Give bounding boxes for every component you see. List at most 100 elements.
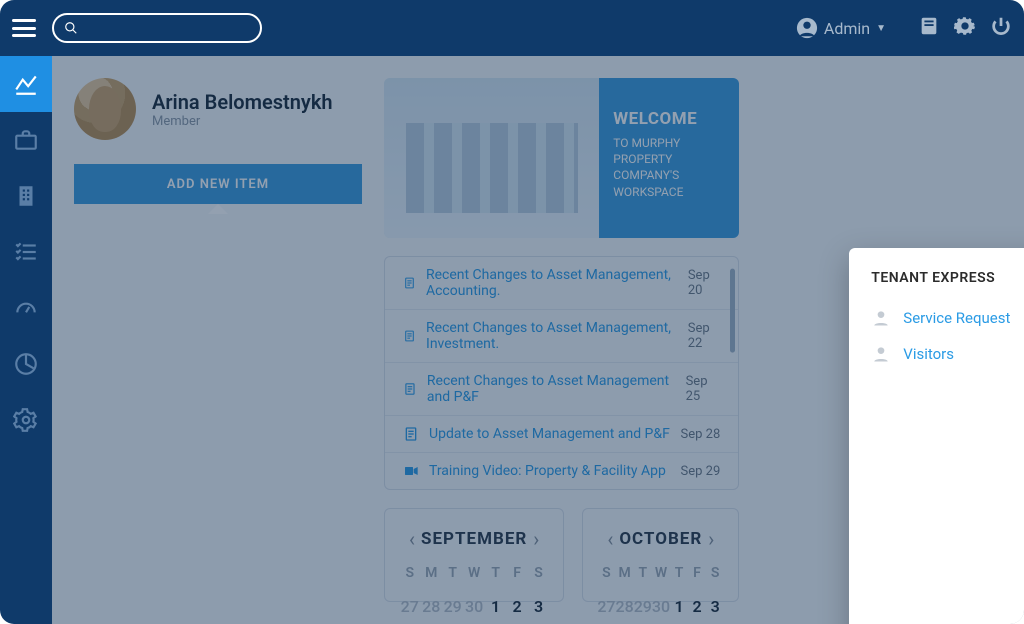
cal-dow: S xyxy=(597,561,615,585)
document-icon xyxy=(403,381,417,397)
news-row[interactable]: Recent Changes to Asset Management and P… xyxy=(385,363,738,416)
power-icon[interactable] xyxy=(990,15,1012,41)
calendars: ‹SEPTEMBER›SMTWTFS2728293012345678910‹OC… xyxy=(384,508,739,602)
cal-dow: M xyxy=(420,561,441,585)
popover-title: TENANT EXPRESS xyxy=(871,270,1024,286)
person-icon xyxy=(871,308,891,328)
content: Arina Belomestnykh Member ADD NEW ITEM W… xyxy=(52,56,1024,624)
welcome-panel: WELCOME TO MURPHY PROPERTY COMPANY'S WOR… xyxy=(599,78,739,238)
popover-item-0[interactable]: Service Request xyxy=(871,300,1024,336)
cal-day[interactable]: 30 xyxy=(463,591,484,622)
book-icon[interactable] xyxy=(918,15,940,41)
document-icon xyxy=(403,328,416,344)
user-menu[interactable]: Admin ▼ xyxy=(796,17,886,39)
news-row[interactable]: Recent Changes to Asset Management, Acco… xyxy=(385,257,738,310)
topbar: Admin ▼ xyxy=(0,0,1024,56)
sidebar xyxy=(0,56,52,624)
add-new-item-button[interactable]: ADD NEW ITEM xyxy=(74,164,362,204)
sidebar-checklist[interactable] xyxy=(0,224,52,280)
left-column: Arina Belomestnykh Member ADD NEW ITEM xyxy=(52,56,384,624)
profile-role: Member xyxy=(152,114,333,129)
welcome-body: TO MURPHY PROPERTY COMPANY'S WORKSPACE xyxy=(613,135,725,200)
cal-dow: T xyxy=(670,561,688,585)
sidebar-building[interactable] xyxy=(0,168,52,224)
cal-day[interactable]: 29 xyxy=(634,591,652,622)
tenant-express-popover: TENANT EXPRESS Service Request Visitors xyxy=(849,248,1024,624)
caret-down-icon: ▼ xyxy=(876,23,886,34)
add-new-item-label: ADD NEW ITEM xyxy=(167,177,269,192)
profile-block: Arina Belomestnykh Member xyxy=(74,78,362,140)
document-icon xyxy=(403,275,416,291)
news-list: Recent Changes to Asset Management, Acco… xyxy=(384,256,739,490)
cal-dow: F xyxy=(506,561,527,585)
user-icon xyxy=(796,17,818,39)
cal-dow: W xyxy=(463,561,484,585)
calendar-1: ‹OCTOBER›SMTWTFS2728293012345678910 xyxy=(582,508,739,602)
profile-name: Arina Belomestnykh xyxy=(152,90,333,114)
search-box[interactable] xyxy=(52,13,262,43)
sidebar-pie[interactable] xyxy=(0,336,52,392)
cal-day[interactable]: 1 xyxy=(485,591,506,622)
avatar xyxy=(74,78,136,140)
news-date: Sep 20 xyxy=(688,268,720,298)
cal-day[interactable]: 2 xyxy=(506,591,527,622)
right-column: WELCOME TO MURPHY PROPERTY COMPANY'S WOR… xyxy=(384,56,761,624)
search-input[interactable] xyxy=(84,21,250,36)
scrollbar[interactable] xyxy=(730,269,735,478)
hero-image xyxy=(384,78,599,238)
news-row[interactable]: Training Video: Property & Facility App S… xyxy=(385,453,738,489)
news-title: Update to Asset Management and P&F xyxy=(429,426,670,442)
cal-prev[interactable]: ‹ xyxy=(403,527,421,551)
news-title: Training Video: Property & Facility App xyxy=(429,463,666,479)
cal-day[interactable]: 3 xyxy=(706,591,724,622)
sidebar-settings[interactable] xyxy=(0,392,52,448)
cal-day[interactable]: 27 xyxy=(597,591,615,622)
news-title: Recent Changes to Asset Management, Acco… xyxy=(426,267,688,299)
video-icon xyxy=(403,463,419,479)
hero-banner: WELCOME TO MURPHY PROPERTY COMPANY'S WOR… xyxy=(384,78,739,238)
calendar-0: ‹SEPTEMBER›SMTWTFS2728293012345678910 xyxy=(384,508,564,602)
cal-next[interactable]: › xyxy=(527,527,545,551)
cal-dow: S xyxy=(706,561,724,585)
news-row[interactable]: Update to Asset Management and P&F Sep 28 xyxy=(385,416,738,453)
news-row[interactable]: Recent Changes to Asset Management, Inve… xyxy=(385,310,738,363)
cal-day[interactable]: 28 xyxy=(420,591,441,622)
cal-title: SEPTEMBER xyxy=(421,529,527,549)
news-date: Sep 28 xyxy=(681,427,721,442)
news-title: Recent Changes to Asset Management, Inve… xyxy=(426,320,688,352)
cal-dow: M xyxy=(616,561,634,585)
cal-day[interactable]: 30 xyxy=(652,591,670,622)
gear-icon[interactable] xyxy=(954,15,976,41)
cal-day[interactable]: 29 xyxy=(442,591,463,622)
cal-day[interactable]: 3 xyxy=(528,591,549,622)
popover-item-label: Service Request xyxy=(903,309,1010,327)
cal-next[interactable]: › xyxy=(702,527,720,551)
popover-item-1[interactable]: Visitors xyxy=(871,336,1024,372)
sidebar-briefcase[interactable] xyxy=(0,112,52,168)
news-date: Sep 22 xyxy=(688,321,721,351)
cal-prev[interactable]: ‹ xyxy=(601,527,619,551)
body: Arina Belomestnykh Member ADD NEW ITEM W… xyxy=(0,56,1024,624)
top-icons xyxy=(918,15,1012,41)
news-date: Sep 29 xyxy=(681,464,721,479)
cal-day[interactable]: 28 xyxy=(616,591,634,622)
popover-item-label: Visitors xyxy=(903,345,954,363)
cal-dow: S xyxy=(528,561,549,585)
app-root: Admin ▼ Arina Belomestnyk xyxy=(0,0,1024,624)
user-label: Admin xyxy=(824,19,870,38)
cal-day[interactable]: 1 xyxy=(670,591,688,622)
cal-dow: T xyxy=(442,561,463,585)
cal-dow: F xyxy=(688,561,706,585)
cal-day[interactable]: 2 xyxy=(688,591,706,622)
cal-dow: T xyxy=(634,561,652,585)
cal-title: OCTOBER xyxy=(619,529,702,549)
cal-dow: T xyxy=(485,561,506,585)
person-icon xyxy=(871,344,891,364)
sidebar-gauge[interactable] xyxy=(0,280,52,336)
cal-day[interactable]: 27 xyxy=(399,591,420,622)
news-title: Recent Changes to Asset Management and P… xyxy=(427,373,686,405)
sidebar-dashboard[interactable] xyxy=(0,56,52,112)
menu-icon[interactable] xyxy=(12,19,36,37)
news-date: Sep 25 xyxy=(686,374,721,404)
cal-dow: S xyxy=(399,561,420,585)
